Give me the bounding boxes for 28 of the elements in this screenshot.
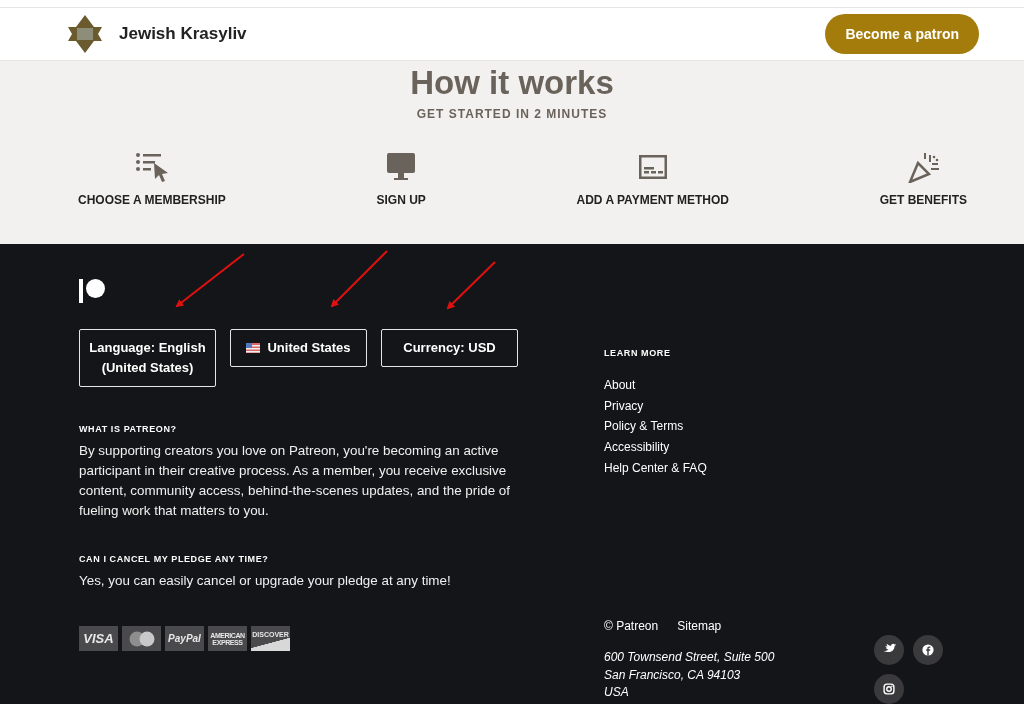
visa-card-logo: VISA [79, 626, 118, 651]
paypal-card-logo: PayPal [165, 626, 204, 651]
country-selector[interactable]: United States [230, 329, 367, 367]
footer-link[interactable]: Sitemap [677, 615, 722, 637]
section-subtitle: GET STARTED IN 2 MINUTES [416, 107, 608, 121]
address-line: San Francisco, CA 94103 [604, 666, 741, 684]
learn-more-heading: LEARN MORE [604, 348, 671, 358]
footer-link[interactable]: Help Center & FAQ [604, 457, 707, 479]
step-label: CHOOSE A MEMBERSHIP [78, 193, 226, 207]
footer-link[interactable]: Policy & Terms [604, 416, 684, 438]
address-line: USA [604, 684, 629, 702]
language-selector[interactable]: Language: English (United States) [79, 329, 216, 387]
currency-selector[interactable]: Currency: USD [381, 329, 518, 367]
footer-link[interactable]: Privacy [604, 395, 644, 417]
section-title: How it works [409, 63, 615, 102]
footer-link[interactable]: Accessibility [604, 437, 670, 458]
faq-answer: Yes, you can easily cancel or upgrade your pledge at any time! [79, 572, 452, 590]
address-line: 600 Townsend Street, Suite 500 [604, 649, 775, 667]
footer-link[interactable]: About [604, 375, 636, 396]
site-name[interactable]: Jewish Krasyliv [119, 24, 826, 44]
footer-link[interactable]: © Patreon [604, 615, 659, 637]
faq-question: WHAT IS PATREON? [79, 424, 178, 434]
faq-answer: By supporting creators you love on Patreon, you're becoming an active participant in their creative process. As a member, you receive exclusive content, community access, behind-the-scenes updates, and the pride of fueling work that matters to you. [79, 442, 511, 520]
step-label: SIGN UP [376, 193, 426, 207]
become-patron-button[interactable]: Become a patron [825, 14, 979, 54]
faq-question: CAN I CANCEL MY PLEDGE ANY TIME? [79, 554, 270, 564]
step-label: GET BENEFITS [879, 193, 967, 207]
step-label: ADD A PAYMENT METHOD [576, 193, 729, 207]
